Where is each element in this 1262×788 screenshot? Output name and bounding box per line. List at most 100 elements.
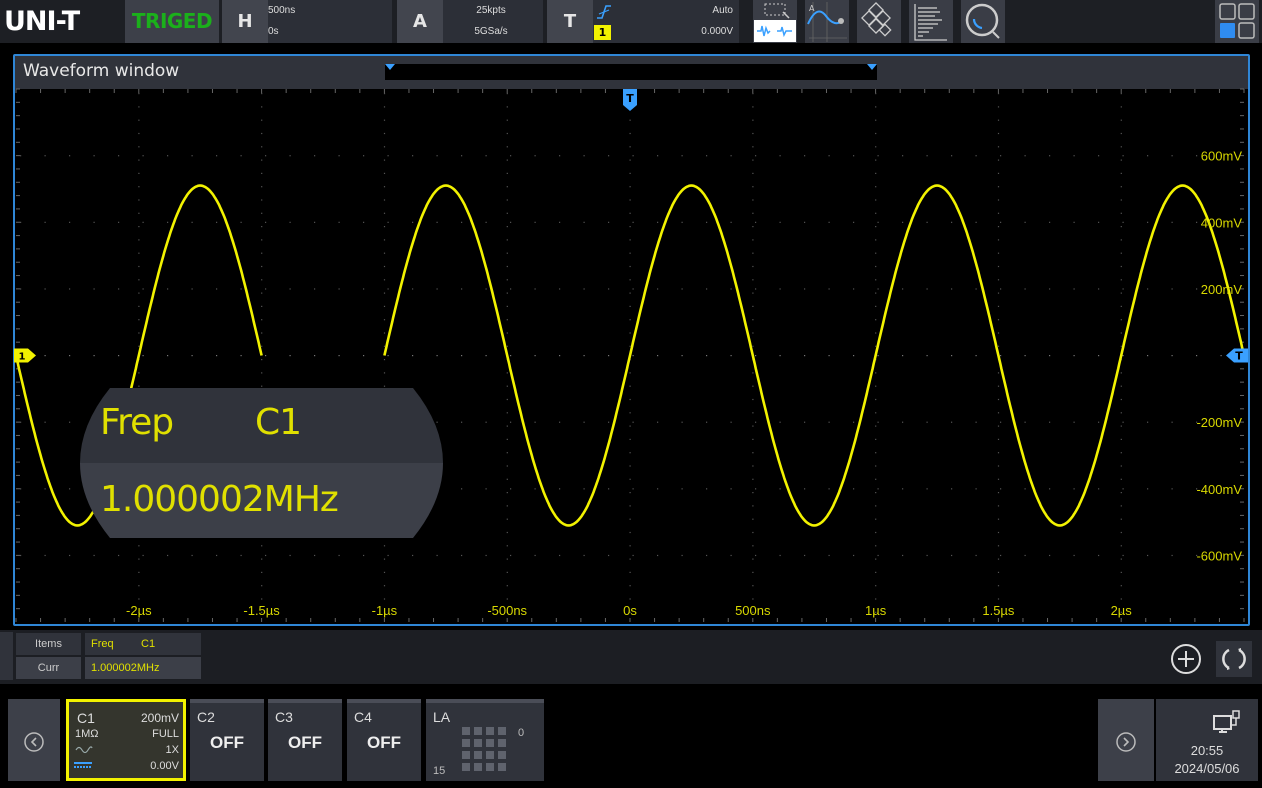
grid-dot (138, 265, 140, 268)
grid-dot (875, 531, 877, 534)
grid-dot (608, 355, 610, 357)
grid-dot (629, 492, 631, 494)
grid-dot (93, 554, 95, 557)
c4-name: C4 (354, 709, 372, 725)
grid-dot (681, 554, 683, 557)
grid-dot (1120, 518, 1122, 520)
grid-dot (877, 421, 879, 423)
grid-dot (997, 292, 1000, 294)
grid-dot (20, 288, 22, 290)
grid-dot (752, 518, 754, 520)
grid-dot (383, 319, 386, 321)
grid-dot (506, 172, 508, 174)
grid-dot (383, 385, 386, 387)
y-tick-label: 400mV (1201, 215, 1243, 230)
grid-dot (629, 319, 631, 321)
grid-dot (875, 146, 877, 148)
scroll-right-button[interactable] (1098, 699, 1154, 781)
grid-dot (1073, 288, 1075, 290)
channel-c2-card[interactable]: C2 OFF (190, 699, 264, 781)
channel-c4-card[interactable]: C4 OFF (347, 699, 421, 781)
grid-dot (142, 288, 144, 290)
grid-dot (752, 132, 754, 135)
grid-dot (265, 355, 267, 357)
grid-dot (138, 292, 140, 294)
refresh-button[interactable] (1216, 641, 1252, 677)
add-measurement-button[interactable] (1170, 643, 1202, 675)
grid-dot (93, 288, 95, 290)
grid-dot (1098, 554, 1100, 557)
grid-dot (138, 279, 140, 281)
grid-dot (138, 186, 140, 188)
grid-dot (1147, 421, 1149, 423)
measurement-bar: Items Curr Freq C1 1.000002MHz (0, 630, 1262, 684)
grid-dot (926, 155, 928, 157)
grid-dot (461, 221, 463, 223)
grid-dot (877, 155, 879, 157)
grid-dot (44, 221, 46, 223)
grid-dot (1171, 355, 1173, 357)
grid-dot (608, 155, 610, 157)
grid-dot (1024, 488, 1026, 490)
grid-dot (1049, 288, 1051, 290)
measurement-popup[interactable]: Frep C1 1.000002MHz (80, 388, 443, 538)
grid-dot (629, 279, 631, 281)
grid-dot (755, 155, 757, 157)
grid-dot (142, 554, 144, 557)
grid-dot (261, 212, 263, 214)
grid-dot (1073, 554, 1075, 557)
grid-dot (1196, 288, 1198, 290)
grid-dot (681, 421, 683, 423)
grid-dot (261, 372, 263, 374)
y-tick-label: -200mV (1196, 415, 1242, 430)
grid-dot (752, 146, 754, 148)
grid-dot (261, 558, 263, 560)
grid-dot (383, 146, 386, 148)
grid-dot (138, 545, 140, 547)
x-tick-label: 1.5µs (982, 603, 1015, 618)
grid-dot (338, 221, 340, 223)
grid-dot (191, 155, 193, 157)
grid-dot (608, 221, 610, 223)
grid-dot (997, 345, 1000, 347)
grid-dot (1120, 372, 1122, 374)
grid-dot (804, 355, 806, 357)
status-clock[interactable]: 20:55 2024/05/06 (1156, 699, 1258, 781)
grid-dot (261, 239, 263, 241)
grid-dot (138, 159, 140, 161)
grid-dot (93, 155, 95, 157)
grid-dot (1049, 488, 1051, 490)
grid-dot (383, 372, 386, 374)
grid-dot (875, 518, 877, 520)
grid-dot (997, 146, 1000, 148)
logic-analyzer-card[interactable]: LA 0 15 (426, 699, 544, 781)
add-measurement-icon (1171, 644, 1201, 674)
grid-dot (752, 531, 754, 534)
grid-dot (779, 288, 781, 290)
grid-dot (877, 554, 879, 557)
grid-dot (265, 155, 267, 157)
grid-dot (752, 438, 754, 440)
measurement-bar-handle[interactable] (0, 632, 13, 680)
grid-dot (261, 598, 263, 600)
grid-dot (583, 421, 585, 423)
grid-dot (657, 421, 659, 423)
grid-dot (632, 288, 634, 290)
grid-dot (1120, 332, 1122, 334)
scroll-left-button[interactable] (8, 699, 60, 781)
grid-dot (314, 155, 316, 157)
grid-dot (1120, 212, 1122, 214)
grid-dot (629, 478, 631, 480)
measurement-popup-value: 1.000002MHz (100, 479, 339, 520)
grid-dot (506, 571, 508, 573)
grid-dot (828, 554, 830, 557)
grid-dot (997, 492, 1000, 494)
channel-c3-card[interactable]: C3 OFF (268, 699, 342, 781)
grid-dot (216, 554, 218, 557)
channel-c1-card[interactable]: C1 200mV 1MΩ FULL 1X 0.00V (66, 699, 186, 781)
measurement-item-header[interactable]: Freq C1 (85, 633, 201, 655)
grid-dot (730, 554, 732, 557)
grid-dot (118, 288, 120, 290)
grid-dot (877, 488, 879, 490)
grid-dot (436, 155, 438, 157)
